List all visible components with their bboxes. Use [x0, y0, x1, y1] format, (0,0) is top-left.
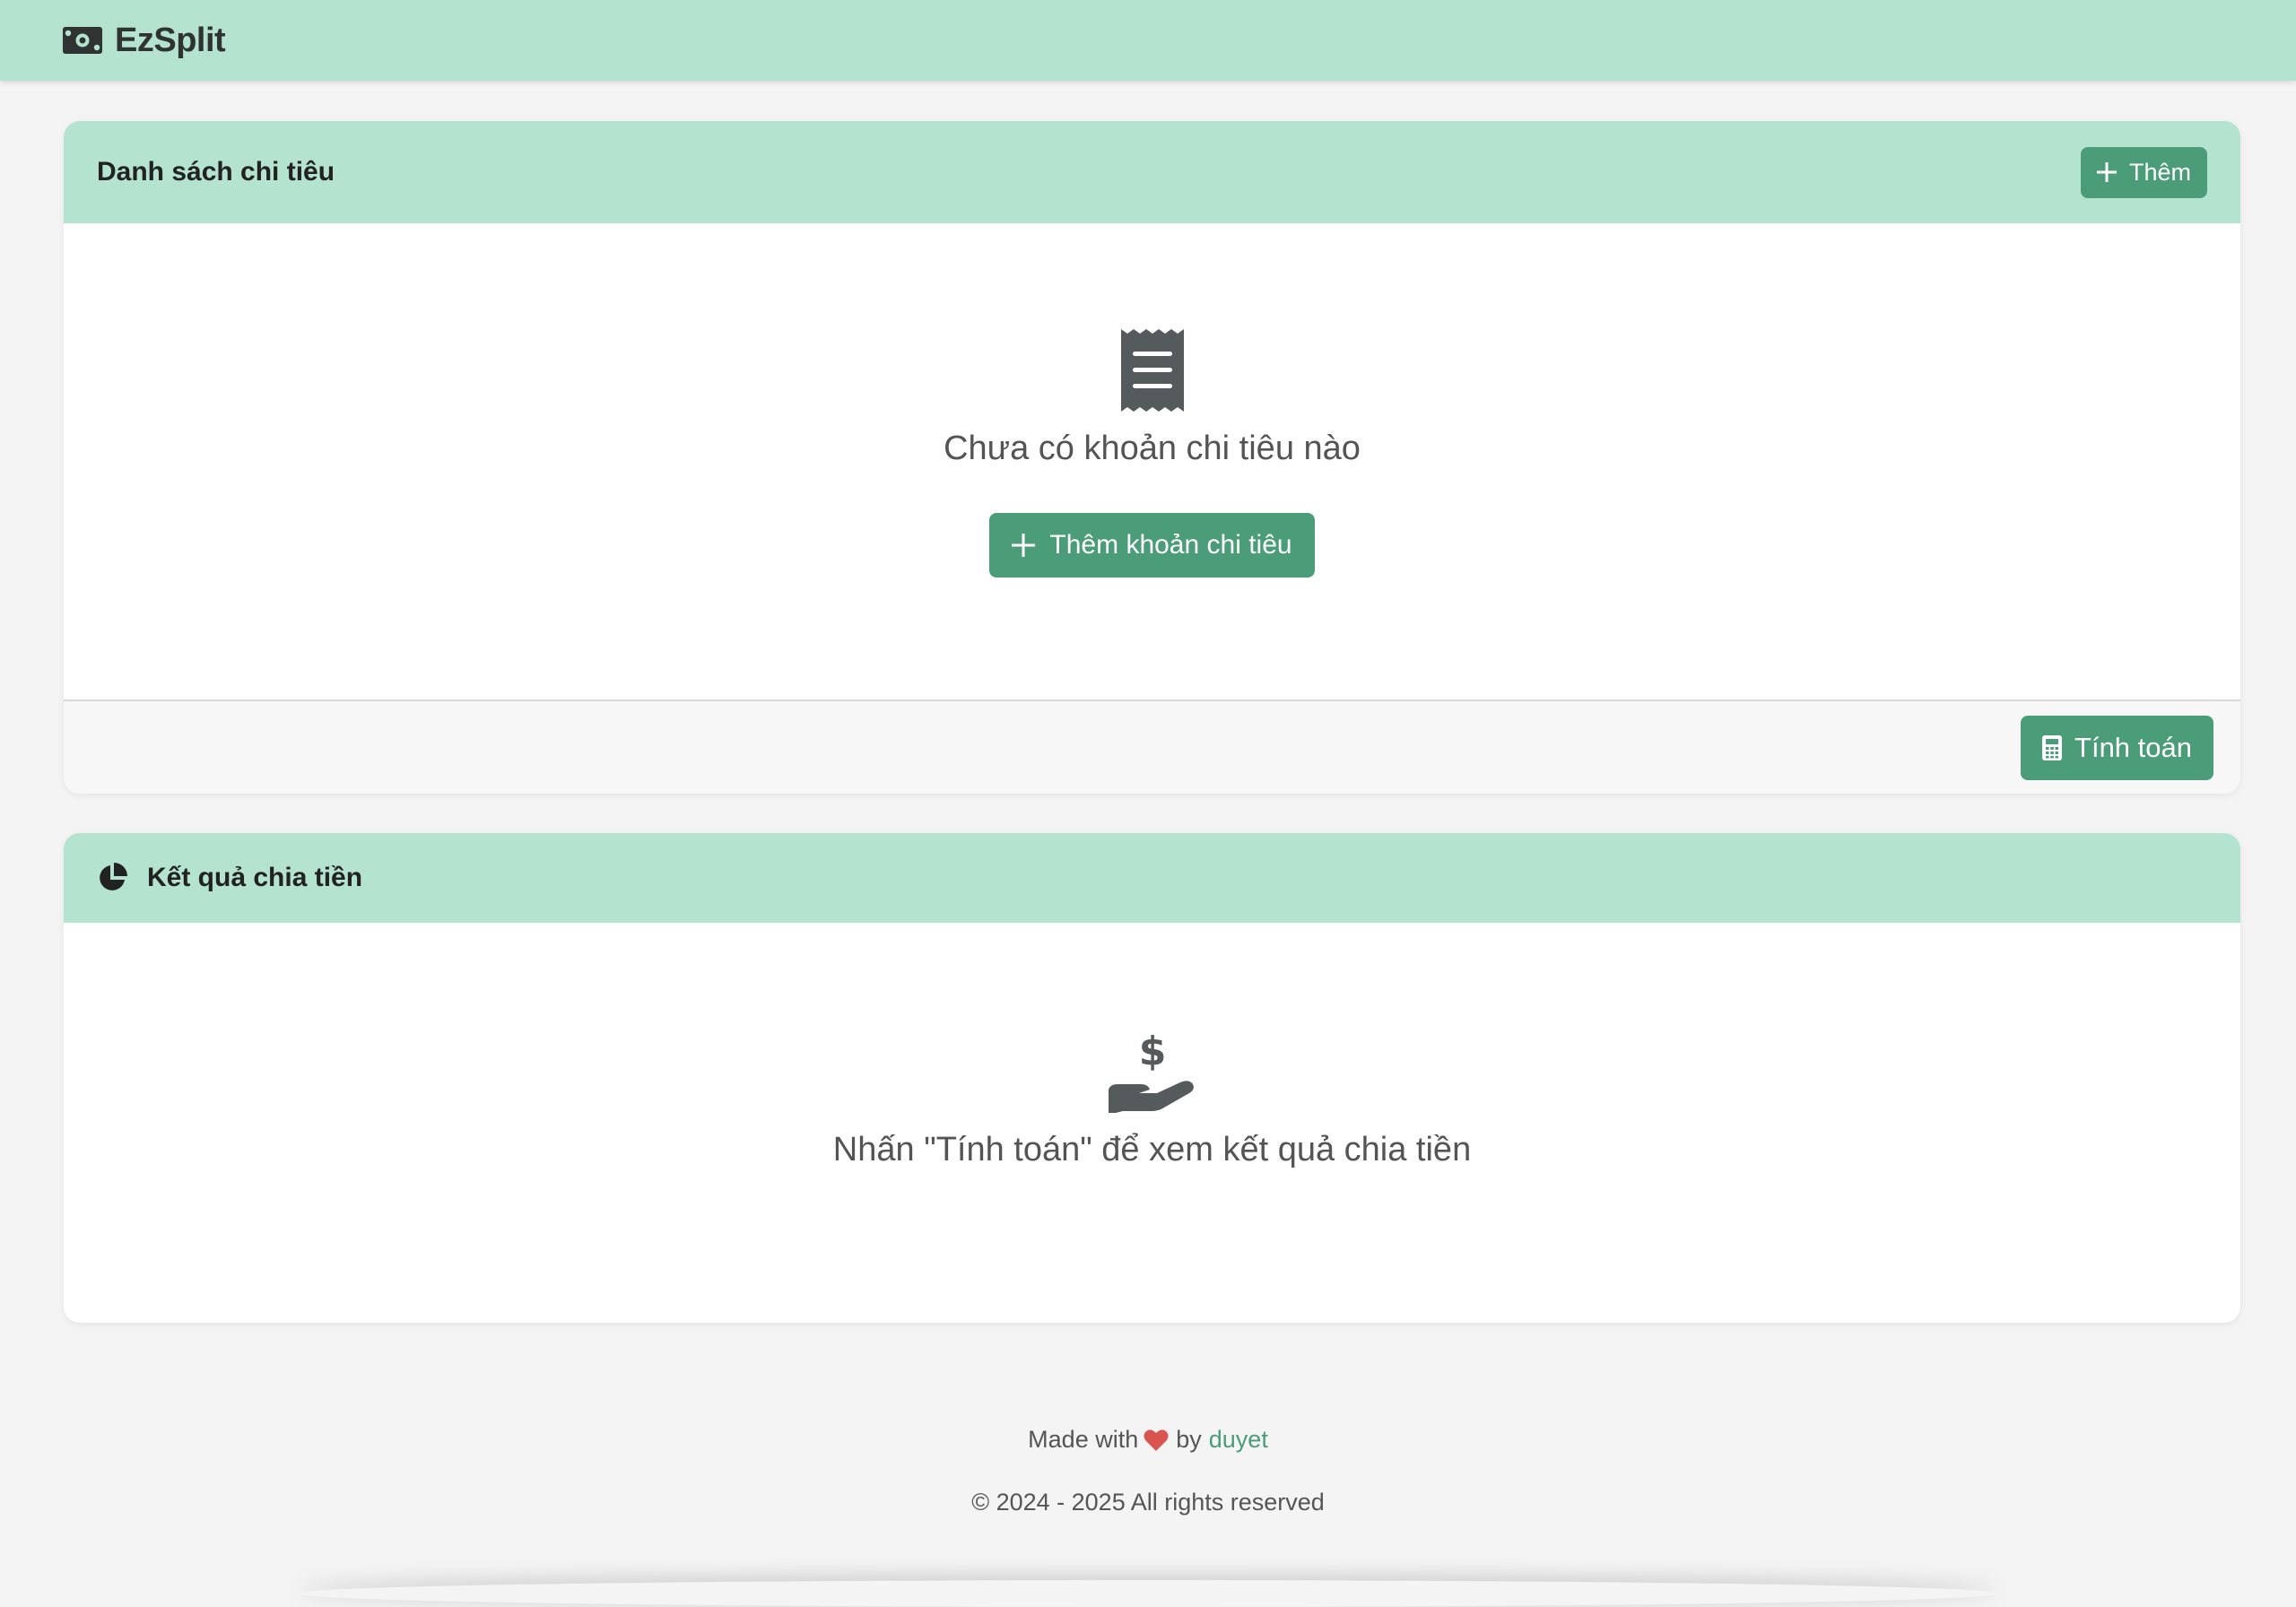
bottom-edge-shadow: [296, 1580, 2000, 1607]
top-navbar: EzSplit: [0, 0, 2296, 81]
hand-holding-dollar-icon: $: [1108, 1030, 1194, 1113]
svg-text:$: $: [1138, 1030, 1166, 1074]
receipt-icon: [1120, 329, 1184, 412]
expenses-empty-message: Chưa có khoản chi tiêu nào: [944, 430, 1361, 467]
footer-credit: Made with by duyet: [0, 1426, 2296, 1454]
footer-copyright: © 2024 - 2025 All rights reserved: [971, 1489, 1325, 1516]
brand-link[interactable]: EzSplit: [63, 21, 226, 60]
footer-by: by: [1176, 1426, 1202, 1453]
results-empty-state: $ Nhấn "Tính toán" để xem kết quả chia t…: [64, 833, 2240, 1169]
expenses-card-footer: Tính toán: [64, 699, 2240, 794]
results-empty-message: Nhấn "Tính toán" để xem kết quả chia tiề…: [832, 1131, 1472, 1168]
footer-made-with: Made with: [1028, 1426, 1139, 1453]
add-expense-button[interactable]: Thêm khoản chi tiêu: [989, 513, 1315, 578]
add-expense-button-label: Thêm khoản chi tiêu: [1049, 530, 1292, 560]
brand-name: EzSplit: [115, 21, 226, 59]
plus-icon: [1012, 534, 1036, 557]
calculate-button-label: Tính toán: [2074, 731, 2192, 763]
calculate-button[interactable]: Tính toán: [2021, 715, 2213, 780]
results-card: Kết quả chia tiền $ Nhấn "Tính toán" để …: [64, 833, 2240, 1323]
expenses-card: Danh sách chi tiêu Thêm Chưa có khoản ch…: [64, 121, 2240, 794]
money-bill-icon: [63, 27, 102, 54]
author-link[interactable]: duyet: [1209, 1426, 1268, 1454]
calculator-icon: [2042, 734, 2063, 760]
heart-icon: [1144, 1429, 1169, 1451]
expenses-empty-state: Chưa có khoản chi tiêu nào Thêm khoản ch…: [64, 121, 2240, 717]
